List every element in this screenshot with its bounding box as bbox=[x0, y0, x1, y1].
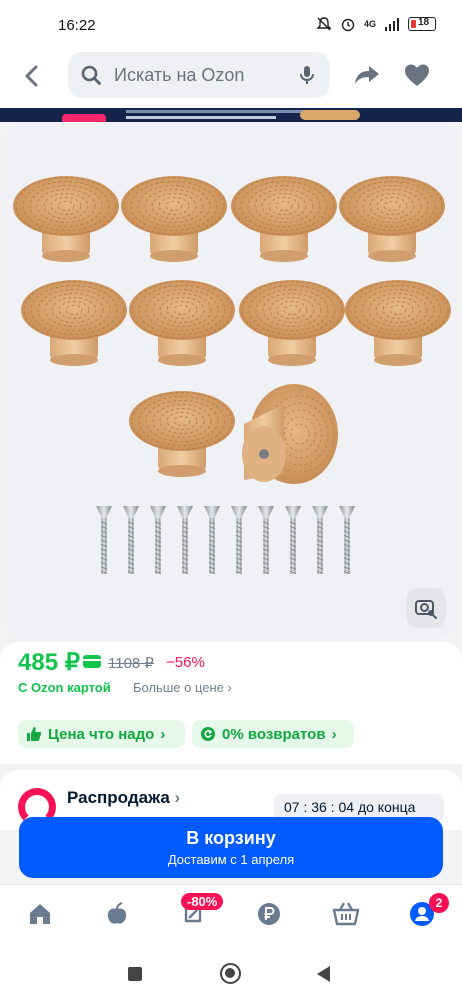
chip-good-price[interactable]: Цена что надо › bbox=[18, 720, 185, 748]
knob bbox=[345, 280, 451, 366]
discount-percent: −56% bbox=[166, 654, 205, 671]
back-button[interactable] bbox=[16, 60, 48, 92]
battery-icon: 18 bbox=[408, 17, 436, 31]
chip-label: 0% возвратов bbox=[222, 725, 326, 743]
signal-icon bbox=[385, 18, 399, 31]
product-image bbox=[13, 176, 451, 574]
chevron-right-icon: › bbox=[331, 725, 337, 743]
knob bbox=[21, 280, 127, 366]
ruble-icon bbox=[258, 903, 280, 925]
screw bbox=[258, 506, 274, 574]
knob bbox=[129, 391, 235, 477]
mute-icon bbox=[316, 17, 332, 31]
alarm-icon bbox=[341, 18, 355, 32]
back-triangle-icon[interactable] bbox=[317, 966, 330, 982]
ozon-card-label: С Ozon картой bbox=[18, 680, 111, 695]
profile-badge: 2 bbox=[429, 893, 449, 913]
share-icon bbox=[355, 66, 379, 84]
heart-icon bbox=[405, 64, 429, 86]
cart-button-label: В корзину bbox=[186, 828, 276, 848]
price-section: 485 ₽ 1108 ₽ −56% С Ozon картой Больше о… bbox=[0, 642, 462, 764]
nav-fresh[interactable] bbox=[102, 899, 132, 929]
status-icons: 4G 18 bbox=[316, 16, 436, 32]
camera-search-icon bbox=[415, 600, 437, 619]
chevron-right-icon: › bbox=[227, 680, 232, 695]
knob bbox=[121, 176, 227, 262]
knob bbox=[231, 176, 337, 262]
screw bbox=[177, 506, 193, 574]
screw bbox=[150, 506, 166, 574]
add-to-cart-button[interactable]: В корзину Доставим с 1 апреля bbox=[19, 817, 443, 878]
nav-cart[interactable] bbox=[331, 899, 361, 929]
network-type: 4G bbox=[363, 19, 376, 29]
cart-icon bbox=[332, 902, 360, 926]
knob bbox=[129, 280, 235, 366]
chevron-right-icon: › bbox=[160, 725, 166, 743]
return-icon bbox=[201, 727, 215, 741]
chip-free-returns[interactable]: 0% возвратов › bbox=[192, 720, 354, 748]
chevron-left-icon bbox=[25, 65, 38, 87]
status-bar: 16:22 4G 18 bbox=[0, 0, 462, 46]
product-image-gallery[interactable] bbox=[6, 124, 456, 638]
screw bbox=[339, 506, 355, 574]
screw bbox=[312, 506, 328, 574]
knob bbox=[239, 280, 345, 366]
screw bbox=[231, 506, 247, 574]
card-icon bbox=[83, 655, 101, 668]
old-price: 1108 ₽ bbox=[108, 655, 154, 672]
nav-finance[interactable] bbox=[254, 899, 284, 929]
favorite-button[interactable] bbox=[402, 60, 432, 90]
search-placeholder: Искать на Ozon bbox=[114, 64, 245, 85]
system-navigation-bar bbox=[0, 946, 462, 1000]
more-price-link[interactable]: Больше о цене › bbox=[133, 680, 232, 695]
search-input[interactable]: Искать на Ozon bbox=[68, 52, 330, 98]
bottom-navigation: -80% 2 bbox=[0, 884, 462, 946]
search-header: Искать на Ozon bbox=[0, 46, 462, 108]
knob bbox=[13, 176, 119, 262]
screw bbox=[96, 506, 112, 574]
fresh-icon bbox=[107, 902, 127, 924]
screw bbox=[123, 506, 139, 574]
microphone-icon[interactable] bbox=[296, 64, 318, 86]
home-circle-icon[interactable] bbox=[220, 963, 241, 984]
knob bbox=[339, 176, 445, 262]
status-time: 16:22 bbox=[58, 17, 96, 34]
sale-title[interactable]: Распродажа › bbox=[67, 788, 180, 808]
promo-badge: -80% bbox=[181, 893, 224, 910]
thumbs-up-icon bbox=[27, 727, 42, 741]
recents-icon[interactable] bbox=[128, 967, 142, 981]
delivery-date: Доставим с 1 апреля bbox=[167, 852, 295, 867]
screw bbox=[204, 506, 220, 574]
promo-banner[interactable] bbox=[0, 108, 462, 122]
share-button[interactable] bbox=[352, 60, 382, 90]
screw bbox=[285, 506, 301, 574]
search-icon bbox=[81, 65, 101, 85]
price-with-card: 485 ₽ bbox=[18, 649, 80, 676]
chevron-right-icon: › bbox=[174, 788, 181, 807]
nav-home[interactable] bbox=[25, 899, 55, 929]
image-search-button[interactable] bbox=[406, 588, 446, 628]
knob-back bbox=[242, 384, 338, 484]
home-icon bbox=[30, 904, 50, 924]
chip-label: Цена что надо bbox=[48, 725, 155, 743]
